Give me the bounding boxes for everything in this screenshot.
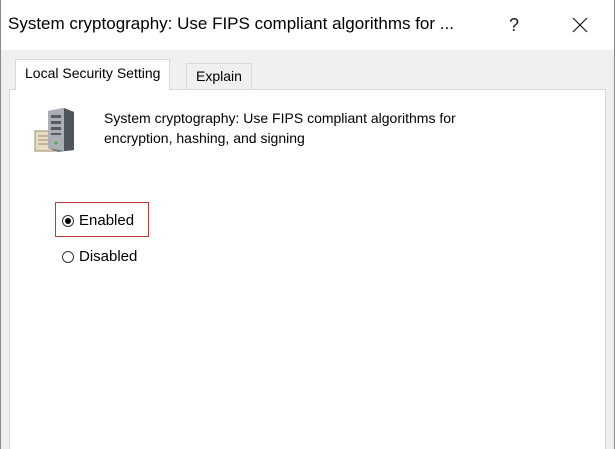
title-bar: System cryptography: Use FIPS compliant … [1,0,614,50]
window-title: System cryptography: Use FIPS compliant … [8,14,454,33]
policy-properties-dialog: System cryptography: Use FIPS compliant … [0,0,615,449]
disabled-option[interactable]: Disabled [62,248,137,265]
disabled-radio[interactable] [62,250,74,263]
close-button[interactable] [557,0,603,50]
policy-description-line-1: System cryptography: Use FIPS compliant … [104,110,456,126]
enabled-highlight-box [55,202,149,237]
close-icon [572,17,588,33]
server-policy-icon [34,108,74,152]
help-button[interactable]: ? [491,0,537,50]
tab-explain[interactable]: Explain [186,63,252,90]
tab-local-security-setting[interactable]: Local Security Setting [15,59,171,90]
disabled-label: Disabled [79,248,138,265]
policy-description-line-2: encryption, hashing, and signing [104,130,305,146]
policy-description: System cryptography: Use FIPS compliant … [104,108,524,148]
